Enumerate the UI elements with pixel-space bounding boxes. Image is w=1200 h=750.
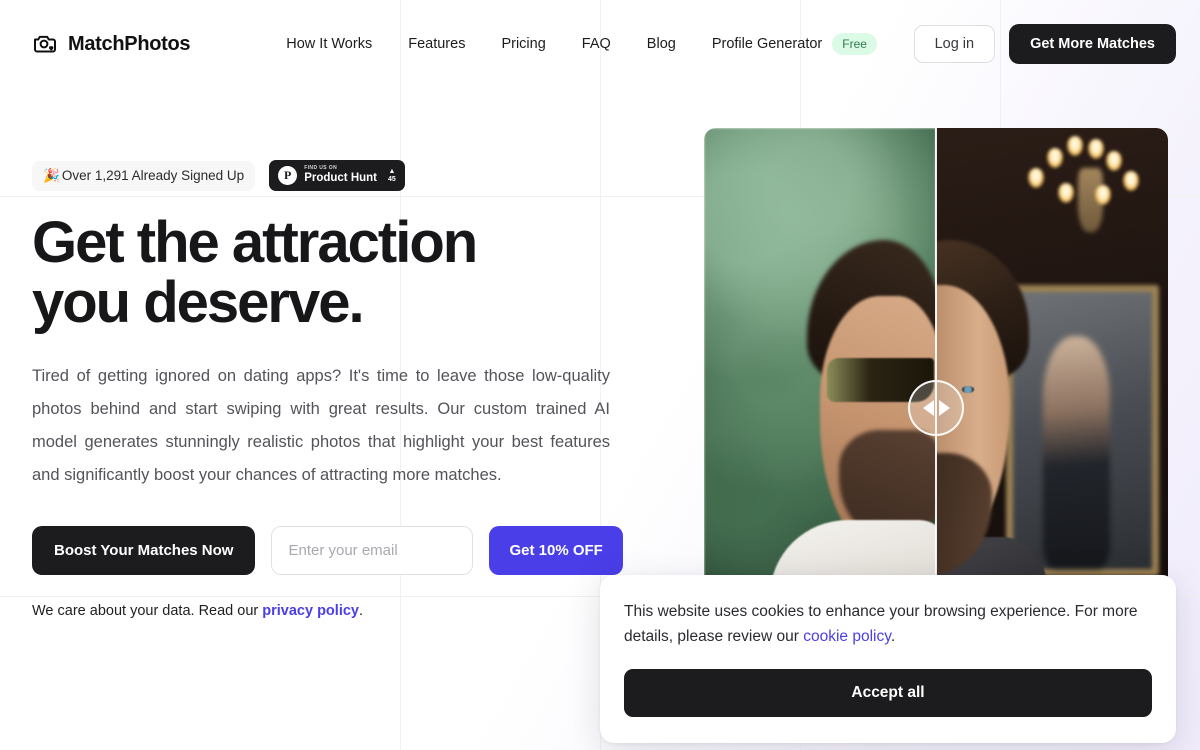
nav-links: How It Works Features Pricing FAQ Blog P… [268, 28, 877, 60]
nav-link-profile-generator[interactable]: Profile Generator [694, 28, 830, 60]
brand-name: MatchPhotos [68, 32, 191, 55]
login-button[interactable]: Log in [913, 25, 996, 63]
landing-page: MatchPhotos How It Works Features Pricin… [0, 0, 1200, 750]
product-hunt-vote-count: 45 [388, 176, 396, 183]
product-hunt-icon: P [278, 166, 298, 185]
email-input[interactable] [271, 525, 474, 575]
nav-link-blog[interactable]: Blog [629, 28, 694, 60]
headline-line-2: you deserve. [32, 270, 365, 336]
privacy-notice: We care about your data. Read our privac… [32, 603, 622, 619]
hero-cta-row: Boost Your Matches Now Get 10% OFF [32, 525, 623, 575]
signup-count-text: Over 1,291 Already Signed Up [61, 168, 245, 183]
nav-link-pricing[interactable]: Pricing [483, 28, 563, 60]
privacy-notice-prefix: We care about your data. Read our [32, 602, 263, 619]
after-subject-eye [961, 385, 974, 393]
get-more-matches-button[interactable]: Get More Matches [1009, 24, 1176, 64]
get-discount-button[interactable]: Get 10% OFF [489, 525, 623, 575]
accept-all-cookies-button[interactable]: Accept all [624, 669, 1152, 718]
free-badge: Free [832, 33, 877, 55]
cookie-banner-text: This website uses cookies to enhance you… [624, 599, 1152, 649]
upvote-arrow-icon: ▲ [388, 168, 396, 175]
nav-actions: Log in Get More Matches [913, 24, 1176, 64]
arrow-left-icon [922, 400, 934, 416]
party-popper-icon: 🎉 [43, 167, 60, 183]
nav-link-faq[interactable]: FAQ [564, 28, 629, 60]
signup-count-badge: 🎉 Over 1,291 Already Signed Up [32, 160, 256, 191]
nav-link-features[interactable]: Features [390, 28, 483, 60]
product-hunt-kicker: FIND US ON [304, 165, 338, 172]
boost-matches-button[interactable]: Boost Your Matches Now [32, 525, 256, 575]
privacy-policy-link[interactable]: privacy policy [262, 603, 359, 619]
brand-logo[interactable]: MatchPhotos [32, 32, 191, 56]
top-navigation-bar: MatchPhotos How It Works Features Pricin… [0, 0, 1200, 88]
arrow-right-icon [938, 400, 950, 416]
chandelier-icon [1020, 134, 1159, 257]
cookie-policy-link[interactable]: cookie policy [803, 628, 891, 645]
hero-content: 🎉 Over 1,291 Already Signed Up P FIND US… [32, 160, 623, 619]
camera-heart-icon [32, 32, 58, 56]
product-hunt-badge[interactable]: P FIND US ON Product Hunt ▲ 45 [269, 160, 405, 191]
product-hunt-text: FIND US ON Product Hunt [304, 166, 377, 185]
hero-subcopy: Tired of getting ignored on dating apps?… [32, 366, 610, 484]
page-title: Get the attraction you deserve. [32, 210, 622, 336]
nav-link-how-it-works[interactable]: How It Works [268, 28, 390, 60]
privacy-notice-suffix: . [358, 602, 364, 619]
headline-line-1: Get the attraction [32, 210, 478, 275]
cookie-text-suffix: . [890, 628, 896, 646]
product-hunt-name: Product Hunt [304, 172, 378, 185]
hero-badges: 🎉 Over 1,291 Already Signed Up P FIND US… [32, 160, 622, 191]
product-hunt-votes: ▲ 45 [388, 168, 396, 183]
cookie-consent-banner: This website uses cookies to enhance you… [600, 575, 1176, 744]
comparison-slider-handle[interactable] [908, 380, 964, 436]
